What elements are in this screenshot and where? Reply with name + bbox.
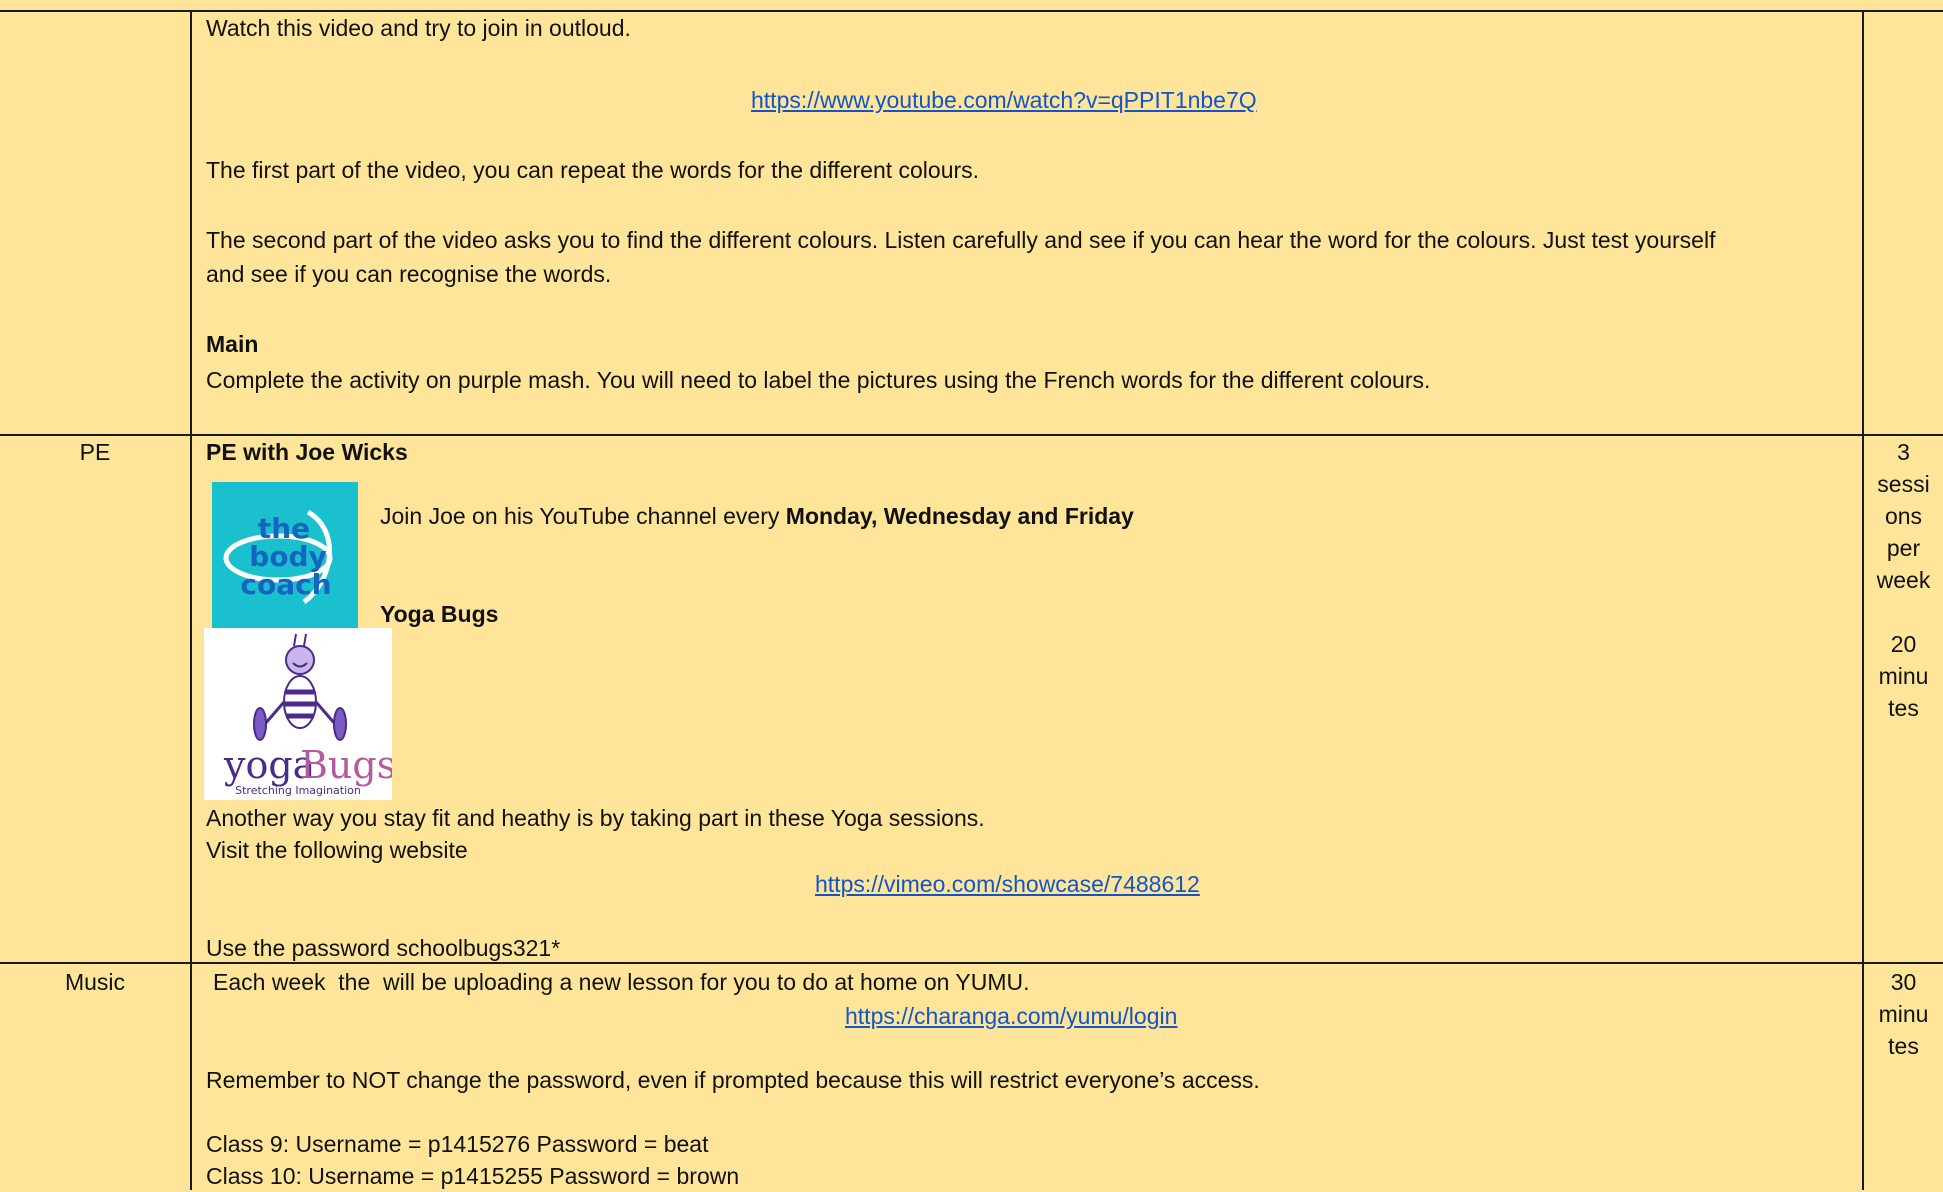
pe-duration-line: sessi — [1877, 471, 1930, 497]
french-second-part-line1: The second part of the video asks you to… — [206, 227, 1716, 253]
yumu-login-link[interactable]: https://charanga.com/yumu/login — [845, 1000, 1177, 1032]
coach-logo-word-coach: coach — [240, 568, 331, 601]
music-duration-line: 30 — [1890, 969, 1917, 995]
french-video-link[interactable]: https://www.youtube.com/watch?v=qPPIT1nb… — [751, 84, 1257, 116]
yogabugs-logo-graphic: yoga Bugs Stretching Imagination — [223, 633, 396, 797]
pe-duration-line: minu — [1878, 663, 1929, 689]
french-second-part-line2: and see if you can recognise the words. — [206, 261, 612, 287]
body-coach-logo: the body coach — [212, 482, 358, 628]
yoga-visit-text: Visit the following website — [206, 837, 468, 863]
pe-duration: 3 sessi ons per week 20 minu tes — [1864, 436, 1943, 724]
pe-join-text: Join Joe on his YouTube channel every Mo… — [380, 500, 1134, 532]
lesson-table: Watch this video and try to join in outl… — [0, 0, 1943, 1190]
music-subject-label: Music — [64, 969, 126, 995]
music-duration-line: tes — [1888, 1033, 1919, 1059]
music-password-warning: Remember to NOT change the password, eve… — [206, 1067, 1260, 1093]
music-class10-credentials: Class 10: Username = p1415255 Password =… — [206, 1163, 740, 1189]
yoga-password-text: Use the password schoolbugs321* — [206, 935, 561, 961]
french-main-heading: Main — [206, 331, 259, 357]
pe-duration-line: ons — [1884, 503, 1923, 529]
pe-duration-line: per — [1886, 535, 1921, 561]
yogabugs-logo-word-bugs: Bugs — [300, 743, 392, 787]
yogabugs-logo-tagline: Stretching Imagination — [235, 784, 361, 797]
pe-subject-label: PE — [79, 439, 111, 465]
yogabugs-logo: yoga Bugs Stretching Imagination — [204, 628, 396, 800]
music-duration: 30 minu tes — [1864, 966, 1943, 1062]
pe-join-prefix: Join Joe on his YouTube channel every — [380, 503, 786, 529]
pe-duration-line: 20 — [1890, 631, 1917, 657]
pe-duration-line: week — [1876, 567, 1931, 593]
music-class9-credentials: Class 9: Username = p1415276 Password = … — [206, 1131, 709, 1157]
pe-duration-spacer — [1864, 596, 1943, 628]
music-duration-line: minu — [1878, 1001, 1929, 1027]
yoga-description: Another way you stay fit and heathy is b… — [206, 805, 985, 831]
column-divider-subject — [190, 10, 192, 1190]
pe-duration-line: tes — [1888, 695, 1919, 721]
vimeo-link[interactable]: https://vimeo.com/showcase/7488612 — [815, 868, 1200, 900]
french-intro: Watch this video and try to join in outl… — [206, 15, 631, 41]
french-main-text: Complete the activity on purple mash. Yo… — [206, 367, 1431, 393]
pe-duration-line: 3 — [1897, 439, 1910, 465]
body-coach-logo-graphic: the body coach — [223, 509, 333, 605]
yoga-bugs-heading: Yoga Bugs — [380, 601, 499, 627]
pe-heading: PE with Joe Wicks — [206, 439, 408, 465]
pe-join-days: Monday, Wednesday and Friday — [785, 503, 1134, 529]
music-intro: Each week the will be uploading a new le… — [213, 969, 1030, 995]
french-first-part: The first part of the video, you can rep… — [206, 157, 980, 183]
